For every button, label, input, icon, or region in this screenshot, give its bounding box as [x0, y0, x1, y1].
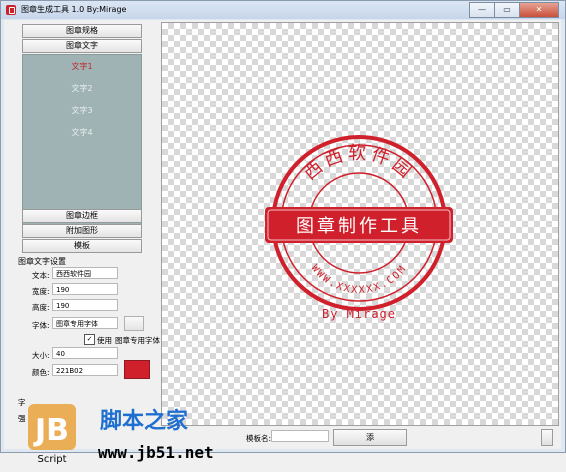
client-area: 图章规格 图章文字 文字1 文字2 文字3 文字4 图章边框 附加图形 模板 图…	[4, 20, 561, 465]
app-window: 图章生成工具 1.0 By:Mirage — ▭ ✕ 图章规格 图章文字 文字1…	[0, 0, 566, 465]
size-label: 大小:	[32, 351, 50, 360]
text-item-4[interactable]: 文字4	[23, 127, 141, 138]
app-stamp-icon	[6, 5, 16, 15]
height-input[interactable]: 190	[52, 299, 118, 311]
color-swatch[interactable]	[124, 360, 150, 379]
color-label: 颜色:	[32, 368, 50, 377]
scroll-button[interactable]	[541, 429, 553, 446]
window-controls: — ▭ ✕	[469, 2, 559, 18]
stamp-bottom-text: WWW.XXXXXX.COM	[309, 263, 410, 296]
minimize-button[interactable]: —	[469, 2, 495, 18]
watermark-site-cn: 脚本之家	[100, 408, 189, 434]
text-input[interactable]: 西西软件园	[52, 267, 118, 279]
stamp-signature: By Mirage	[322, 307, 396, 321]
close-button[interactable]: ✕	[519, 2, 559, 18]
text-item-1[interactable]: 文字1	[23, 61, 141, 72]
settings-title: 图章文字设置	[18, 257, 66, 266]
size-input[interactable]: 40	[52, 347, 118, 359]
add-template-button[interactable]: 添	[333, 429, 407, 446]
section-stamp-border[interactable]: 图章边框	[22, 209, 142, 223]
font-label: 字体:	[32, 321, 50, 330]
use-font-label: 图章专用字体	[115, 336, 160, 345]
preview-canvas: 西西软件园 WWW.XXXXXX.COM 图章制作工具 By Mirage	[161, 22, 559, 426]
font-input[interactable]: 图章专用字体	[52, 317, 118, 329]
text-item-2[interactable]: 文字2	[23, 83, 141, 94]
use-label: 使用	[97, 336, 112, 345]
watermark-logo-letters: JB	[33, 413, 69, 448]
watermark: JB Script 脚本之家 www.jb51.net	[22, 400, 252, 470]
section-stamp-spec[interactable]: 图章规格	[22, 24, 142, 38]
text-item-3[interactable]: 文字3	[23, 105, 141, 116]
watermark-logo: JB Script 脚本之家 www.jb51.net	[28, 404, 214, 465]
section-template[interactable]: 模板	[22, 239, 142, 253]
section-extra-graphics[interactable]: 附加图形	[22, 224, 142, 238]
height-label: 高度:	[32, 303, 50, 312]
width-input[interactable]: 190	[52, 283, 118, 295]
use-font-checkbox[interactable]: ✓	[84, 334, 95, 345]
template-name-input[interactable]	[271, 430, 329, 442]
title-bar: 图章生成工具 1.0 By:Mirage — ▭ ✕	[1, 1, 565, 19]
maximize-button[interactable]: ▭	[494, 2, 520, 18]
watermark-script-label: Script	[37, 454, 66, 465]
section-stamp-text[interactable]: 图章文字	[22, 39, 142, 53]
font-browse-button[interactable]	[124, 316, 144, 331]
window-title: 图章生成工具 1.0 By:Mirage	[21, 5, 127, 14]
color-input[interactable]: 221B02	[52, 364, 118, 376]
stamp-banner-text: 图章制作工具	[296, 216, 422, 237]
text-items-panel: 文字1 文字2 文字3 文字4	[22, 54, 142, 229]
stamp-preview: 西西软件园 WWW.XXXXXX.COM 图章制作工具 By Mirage	[265, 135, 453, 321]
text-label: 文本:	[32, 271, 50, 280]
width-label: 宽度:	[32, 287, 50, 296]
